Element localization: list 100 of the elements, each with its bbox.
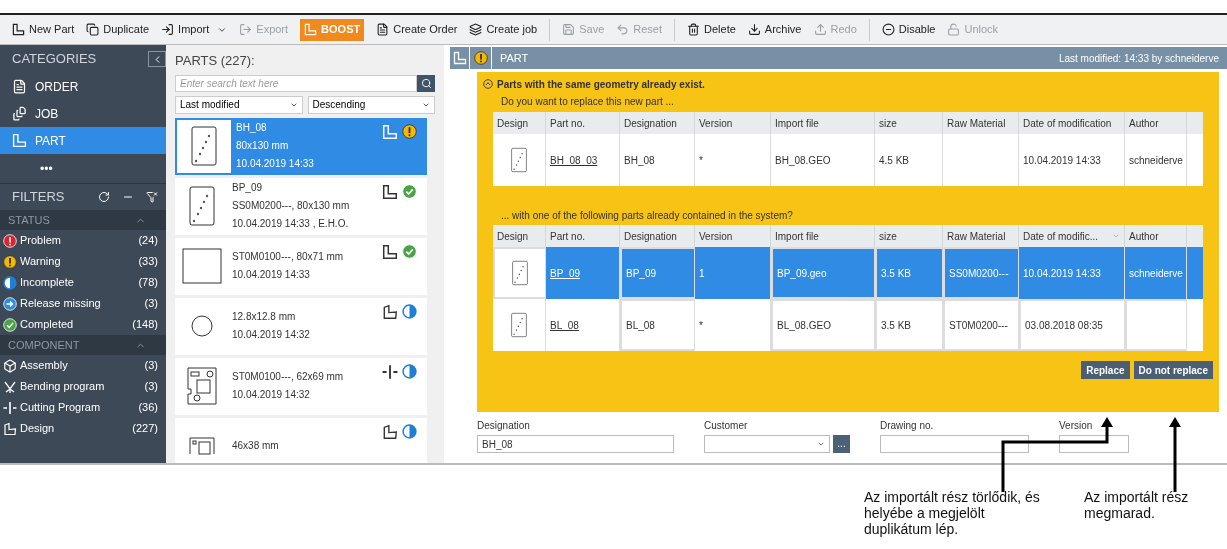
text-field[interactable] [880,435,1029,453]
filter-item[interactable]: Completed (148) [0,314,166,335]
annotation-text: Az importált rész megmarad. [1084,489,1190,523]
design-icon [382,423,398,440]
part-outline-icon [452,51,467,65]
document-icon [12,79,27,94]
category-item[interactable]: PART [0,127,166,154]
collapse-button[interactable] [148,51,166,67]
warning-icon [3,254,17,269]
text-field[interactable]: BH_08 [477,435,674,453]
search-icon [420,77,432,89]
import-icon [161,23,175,36]
search-field[interactable]: Enter search text here [175,74,417,92]
filter-count: (3) [144,379,158,395]
filter-count: (148) [132,317,158,333]
part-list-item[interactable]: BP_09 SS0M0200---, 80x130 mm 10.04.2019 14:33 , E.H.O. [175,177,427,235]
table-cell: BL_08 [620,299,695,351]
export-icon [239,23,253,36]
clear-filter-icon[interactable] [146,191,158,203]
filter-item[interactable]: Release missing (3) [0,293,166,314]
copy-icon [86,23,100,36]
toolbar-button[interactable]: New Part [12,18,75,41]
part-info-text: SS0M0200---, 80x130 mm [232,199,351,213]
filter-item[interactable]: Design (227) [0,418,166,439]
part-list-item[interactable]: 46x38 mm [175,417,427,463]
filter-count: (227) [132,421,158,437]
table-cell: SS0M0200--- [943,247,1019,299]
category-item[interactable]: ORDER [0,73,166,100]
table-cell: schneiderve [1125,247,1187,299]
search-button[interactable] [417,74,435,92]
filter-item[interactable]: Problem (24) [0,230,166,251]
filter-item[interactable]: Warning (33) [0,251,166,272]
column-header[interactable]: Raw Material [943,225,1019,247]
field-label: Designation [477,419,531,433]
table-cell: BH_08.GEO [771,134,875,186]
part-list-item[interactable]: ST0M0100---, 80x71 mm 10.04.2019 14:33 [175,237,427,295]
warning-title: Parts with the same geometry already exist. [497,77,705,92]
category-item[interactable]: JOB [0,100,166,127]
toolbar-button[interactable]: Import [161,18,228,41]
replace-button[interactable]: Replace [1081,361,1130,379]
cutting-icon [382,363,398,380]
part-info-text: 46x38 mm [232,439,280,453]
filter-item[interactable]: Cutting Program (36) [0,397,166,418]
collapse-icon[interactable] [483,79,493,89]
column-header[interactable]: Designation [620,225,695,247]
filter-item[interactable]: Assembly (3) [0,355,166,376]
toolbar-button[interactable]: Create Order [376,18,458,41]
table-cell: BL_08 [546,299,620,351]
part-list-item[interactable]: 12.8x12.8 mm 10.04.2019 14:32 [175,297,427,355]
filter-count: (33) [138,254,158,270]
table-cell: BP_09.geo [771,247,875,299]
more-button[interactable]: ••• [40,159,53,178]
table-cell [1125,299,1187,351]
warning-icon [473,51,488,65]
part-info-text: ST0M0100---, 62x69 mm [232,370,345,384]
field-label: Version [1059,419,1094,433]
part-list-item[interactable]: ST0M0100---, 62x69 mm 10.04.2019 14:32 [175,357,427,415]
part-info-text: 10.04.2019 14:32 [232,388,311,402]
minus-circle-icon [881,23,895,36]
text-field[interactable] [1059,435,1129,453]
field-label: Customer [704,419,749,433]
toolbar-button[interactable]: Delete [674,18,736,41]
toolbar-button[interactable]: Disable [868,18,936,41]
column-header[interactable]: Import file [771,225,875,247]
table-cell: 4.5 KB [875,134,943,186]
section-header[interactable]: COMPONENT [0,335,166,355]
half-circle-icon [402,423,417,439]
sort-dropdown[interactable]: Last modified [175,95,303,114]
filter-item[interactable]: Incomplete (78) [0,272,166,293]
annotation-text: Az importált rész törlődik, és helyébe a megjelölt duplikátum lép. [864,489,1041,537]
section-header[interactable]: STATUS [0,210,166,230]
column-header[interactable]: size [875,225,943,247]
table-cell: BP_09 [620,247,695,299]
part-info-text: 10.04.2019 14:32 [232,328,311,342]
toolbar-button[interactable]: Duplicate [86,18,150,41]
rectangle-drawing [182,248,222,284]
sidebar-title: CATEGORIES [12,50,97,69]
plate-drawing [511,312,527,338]
toolbar-button[interactable]: Create job [469,18,538,41]
table-row[interactable]: BP_09 BP_09 1 BP_09.geo 3.5 KB SS0M0200--- 10.04.2019 14:33 schneiderve [493,247,1203,299]
keep-button[interactable]: Do not replace [1133,361,1213,379]
browse-button[interactable]: ... [833,435,850,453]
filter-item[interactable]: Bending program (3) [0,376,166,397]
box-icon [3,358,17,373]
part-outline-icon [304,23,318,36]
table-cell: ST0M0200--- [943,299,1019,351]
question-text: ... with one of the following parts already contained in the system? [500,208,794,223]
refresh-icon[interactable] [98,191,110,203]
order-dropdown[interactable]: Descending [307,95,435,114]
filter-count: (24) [138,233,158,249]
part-list-item[interactable]: BH_08 80x130 mm 10.04.2019 14:33 [175,117,427,175]
table-cell: 10.04.2019 14:33 [1019,247,1125,299]
part-info-text: 80x130 mm [236,139,290,153]
bending-icon [3,379,17,394]
check-circle-icon [402,243,417,259]
part-outline-icon [382,243,398,260]
toolbar-button[interactable]: Archive [747,18,802,41]
table-cell: * [695,134,771,186]
design-icon [3,421,17,436]
field-label: Drawing no. [880,419,935,433]
